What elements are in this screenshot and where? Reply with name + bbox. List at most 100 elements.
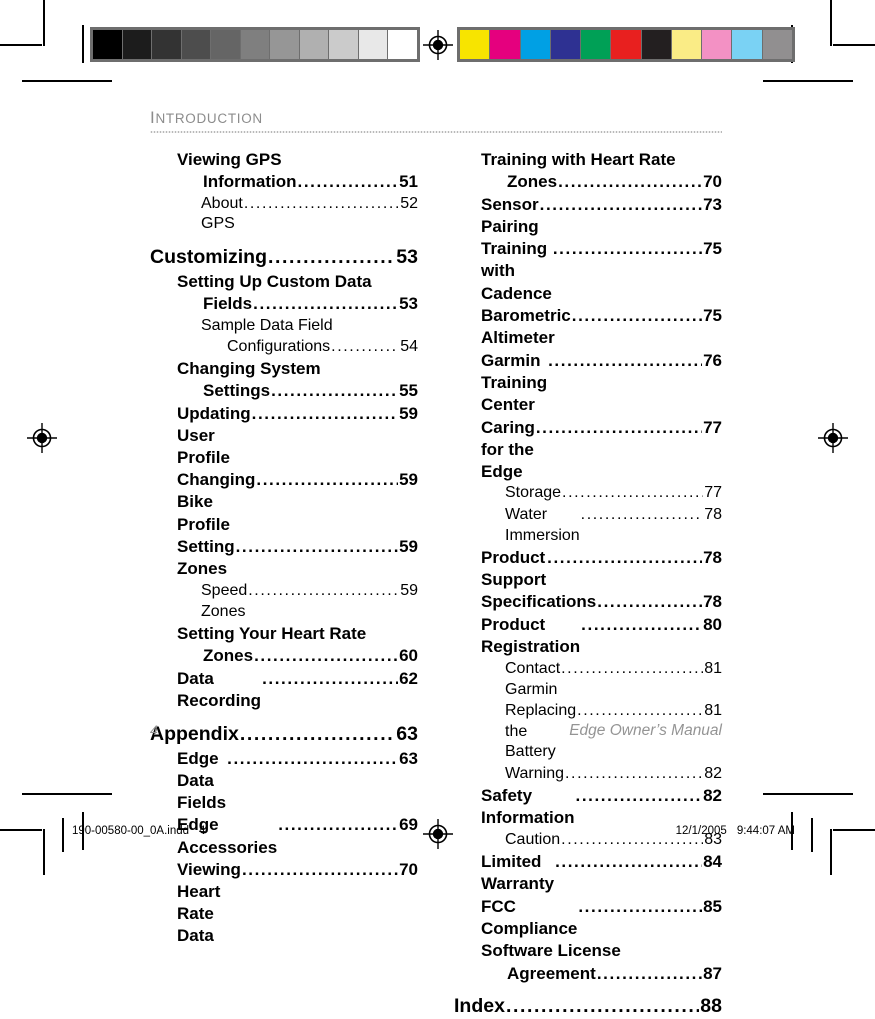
toc-entry-page-number: 70	[703, 172, 722, 192]
calibration-patch	[93, 30, 123, 59]
leader-dots: ........................................…	[268, 246, 396, 269]
toc-entry-page-number: 60	[399, 646, 418, 666]
leader-dots: ........................................…	[248, 581, 400, 599]
toc-entry[interactable]: Garmin Training Center .................…	[481, 350, 722, 416]
toc-entry-title: Warning	[505, 764, 564, 782]
toc-entry[interactable]: Storage.................................…	[505, 483, 722, 504]
toc-entry[interactable]: Edge Accessories........................…	[177, 814, 418, 858]
leader-dots: ........................................…	[297, 172, 399, 192]
page-footer: 4 Edge Owner’s Manual	[150, 722, 722, 740]
toc-entry-line: Software License	[481, 940, 722, 962]
toc-entry[interactable]: Product Registration....................…	[481, 614, 722, 658]
toc-entry-page-number: 84	[703, 852, 722, 872]
toc-entry-title: Zones	[507, 172, 558, 192]
toc-entry[interactable]: FCC Compliance..........................…	[481, 896, 722, 940]
color-calibration-bar	[457, 27, 795, 62]
leader-dots: ........................................…	[256, 470, 398, 490]
leader-dots: ........................................…	[262, 668, 398, 688]
toc-entry-page-number: 77	[704, 484, 722, 502]
calibration-patch	[520, 30, 551, 59]
toc-entry-page-number: 52	[400, 194, 418, 212]
toc-entry[interactable]: Water Immersion.........................…	[505, 505, 722, 547]
toc-entry-page-number: 51	[399, 172, 418, 192]
toc-entry-title: Configurations	[227, 337, 331, 355]
toc-entry-title: Barometric Altimeter	[481, 306, 575, 348]
leader-dots: ........................................…	[253, 294, 399, 314]
toc-entry[interactable]: Viewing Heart Rate Data.................…	[177, 859, 418, 947]
crop-mark-bottom-right-horizontal	[833, 829, 875, 831]
slug-rule-right	[811, 818, 813, 852]
toc-entry[interactable]: Edge Data Fields .......................…	[177, 748, 418, 814]
toc-entry-page-number: 75	[703, 306, 722, 326]
toc-entry[interactable]: Sample Data Field Configurations.........…	[201, 316, 418, 358]
toc-entry-line: Setting Your Heart Rate	[177, 623, 418, 645]
toc-entry[interactable]: Caring for the Edge.....................…	[481, 417, 722, 483]
trim-rule-top-left	[22, 80, 112, 82]
toc-entry-title: Training with Cadence	[481, 239, 557, 303]
toc-entry-line: Setting Up Custom Data	[177, 271, 418, 293]
toc-entry[interactable]: Setting Your Heart Rate Zones ...........…	[177, 623, 418, 667]
toc-entry-page-number: 73	[703, 194, 722, 214]
toc-entry[interactable]: Index ..................................…	[454, 994, 722, 1019]
toc-entry-title: Changing Bike Profile	[177, 470, 261, 534]
toc-entry[interactable]: Updating User Profile...................…	[177, 403, 418, 469]
toc-entry-title: Water Immersion	[505, 505, 580, 544]
leader-dots: ........................................…	[251, 403, 398, 423]
crop-mark-top-left-vertical	[43, 0, 45, 46]
toc-entry-title: Settings	[203, 381, 271, 400]
toc-entry-page-number: 77	[703, 417, 722, 437]
toc-entry[interactable]: Training with Cadence ..................…	[481, 238, 722, 304]
calibration-patch	[329, 30, 359, 59]
toc-entry[interactable]: Data Recording..........................…	[177, 668, 418, 712]
leader-dots: ........................................…	[535, 417, 702, 437]
crop-mark-top-left-horizontal	[0, 44, 42, 46]
toc-entry[interactable]: Changing Bike Profile...................…	[177, 469, 418, 535]
toc-entry[interactable]: Limited Warranty .......................…	[481, 851, 722, 895]
toc-entry-page-number: 78	[703, 592, 722, 612]
calibration-patch	[358, 30, 389, 59]
toc-entry-title: About GPS	[201, 194, 248, 233]
toc-entry[interactable]: About GPS...............................…	[201, 194, 418, 236]
toc-entry[interactable]: Specifications .........................…	[481, 591, 722, 613]
toc-entry[interactable]: Software License Agreement...............…	[481, 940, 722, 984]
page-content: INTRODUCTION Viewing GPS Information.....…	[150, 108, 722, 1019]
toc-entry[interactable]: Barometric Altimeter....................…	[481, 305, 722, 349]
calibration-patch	[581, 30, 612, 59]
toc-entry-title: Index	[454, 994, 511, 1017]
leader-dots: ........................................…	[235, 537, 398, 557]
toc-entry[interactable]: Sensor Pairing..........................…	[481, 194, 722, 238]
toc-entry[interactable]: Contact Garmin..........................…	[505, 659, 722, 701]
toc-entry[interactable]: Setting Zones...........................…	[177, 536, 418, 580]
leader-dots: ........................................…	[561, 659, 703, 677]
toc-entry[interactable]: Setting Up Custom Data Fields............…	[177, 271, 418, 315]
toc-entry-line: Training with Heart Rate	[481, 149, 722, 171]
toc-entry-page-number: 78	[704, 505, 722, 523]
toc-entry-page-number: 85	[703, 896, 722, 916]
toc-entry-line: Information.............................…	[177, 171, 418, 193]
toc-entry[interactable]: Training with Heart Rate Zones...........…	[481, 149, 722, 193]
toc-entry-line: Sample Data Field	[201, 316, 418, 337]
calibration-patch	[762, 30, 792, 59]
leader-dots: ........................................…	[555, 852, 702, 872]
toc-column-left: Viewing GPS Information..................…	[150, 149, 418, 1019]
crop-mark-top-right-vertical	[830, 0, 832, 46]
calibration-patch	[460, 30, 491, 59]
leader-dots: ........................................…	[227, 748, 398, 768]
toc-entry-line: Viewing GPS	[177, 149, 418, 171]
toc-entry[interactable]: Product Support.........................…	[481, 547, 722, 591]
registration-target-top	[423, 30, 453, 60]
toc-entry[interactable]: Safety Information......................…	[481, 785, 722, 829]
toc-entry-title: Product Registration	[481, 615, 581, 657]
toc-entry[interactable]: Speed Zones.............................…	[201, 581, 418, 623]
toc-entry-line: Settings................................…	[177, 380, 418, 402]
toc-entry[interactable]: Viewing GPS Information..................…	[177, 149, 418, 193]
leader-dots: ........................................…	[241, 860, 399, 880]
leader-dots: ........................................…	[505, 994, 699, 1017]
toc-entry[interactable]: Customizing.............................…	[150, 245, 418, 270]
toc-entry-line: Zones ..................................…	[177, 645, 418, 667]
slug-date: 12/1/2005	[675, 825, 727, 837]
toc-entry[interactable]: Warning.................................…	[505, 764, 722, 785]
toc-column-right: Training with Heart Rate Zones...........…	[454, 149, 722, 1019]
toc-entry[interactable]: Changing System Settings.................…	[177, 358, 418, 402]
toc-entry-page-number: 53	[399, 294, 418, 314]
